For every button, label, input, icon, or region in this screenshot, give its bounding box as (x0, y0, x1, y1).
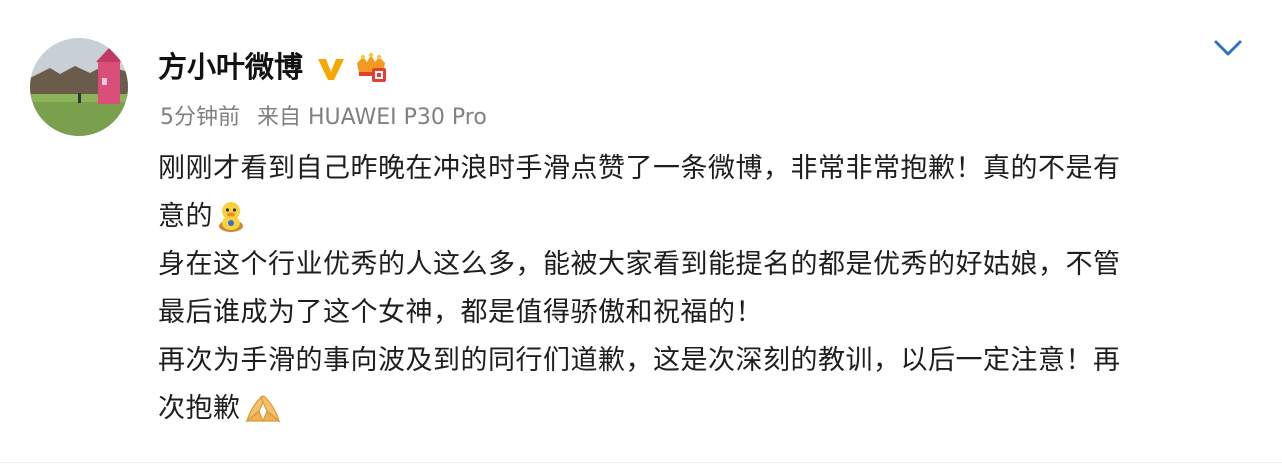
content-line: 再次为手滑的事向波及到的同行们道歉，这是次深刻的教训，以后一定注意！再 (158, 337, 1238, 385)
username[interactable]: 方小叶微博 (158, 44, 303, 90)
content-text: 刚刚才看到自己昨晚在冲浪时手滑点赞了一条微博，非常非常抱歉！真的不是有 (158, 153, 1121, 184)
verified-v-icon (318, 59, 344, 80)
content-text: 身在这个行业优秀的人这么多，能被大家看到能提名的都是优秀的好姑娘，不管 (158, 249, 1121, 280)
content-line: 意的 (158, 193, 1238, 241)
post-meta: 5分钟前 来自 HUAWEI P30 Pro (160, 101, 487, 135)
avatar[interactable] (30, 38, 128, 136)
content-text: 最后谁成为了这个女神，都是值得骄傲和祝福的！ (158, 297, 763, 328)
post-time[interactable]: 5分钟前 (160, 105, 240, 130)
vip-crown-icon[interactable] (353, 51, 389, 85)
content-line: 身在这个行业优秀的人这么多，能被大家看到能提名的都是优秀的好姑娘，不管 (158, 241, 1238, 289)
divider (0, 462, 1282, 463)
content-text: 意的 (158, 201, 213, 232)
content-text: 次抱歉 (158, 393, 241, 424)
user-badges (315, 50, 389, 86)
content-line: 刚刚才看到自己昨晚在冲浪时手滑点赞了一条微博，非常非常抱歉！真的不是有 (158, 145, 1238, 193)
chevron-down-icon[interactable] (1212, 36, 1244, 60)
weibo-post: 方小叶微博 5分钟前 来自 HUAWEI P30 Pro 刚刚才看到自己昨晚在冲… (0, 0, 1282, 472)
post-content: 刚刚才看到自己昨晚在冲浪时手滑点赞了一条微博，非常非常抱歉！真的不是有 意的 身… (158, 145, 1238, 433)
content-line: 次抱歉 (158, 385, 1238, 433)
post-source: 来自 HUAWEI P30 Pro (257, 105, 487, 130)
content-text: 再次为手滑的事向波及到的同行们道歉，这是次深刻的教训，以后一定注意！再 (158, 345, 1121, 376)
content-line: 最后谁成为了这个女神，都是值得骄傲和祝福的！ (158, 289, 1238, 337)
duck-emoji-icon (219, 202, 243, 232)
pray-hands-emoji-icon (244, 395, 281, 423)
